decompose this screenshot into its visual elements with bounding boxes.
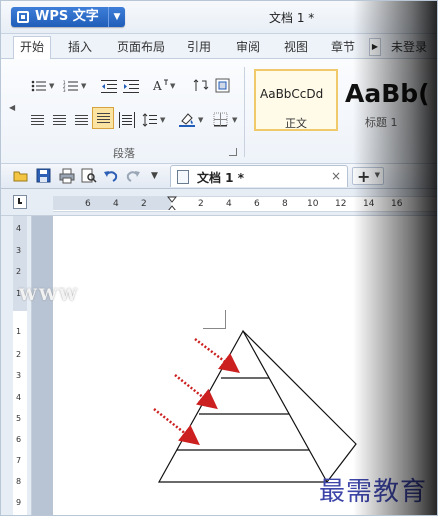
- shading-icon[interactable]: [179, 111, 195, 127]
- tab-page-layout[interactable]: 页面布局: [117, 38, 165, 55]
- vruler-tick: 3: [16, 371, 22, 380]
- login-status[interactable]: 未登录: [391, 38, 427, 55]
- shading-dropdown-icon[interactable]: ▼: [198, 116, 203, 124]
- paragraph-group-label: 段落: [113, 147, 135, 160]
- vruler-tick: 1: [16, 327, 22, 336]
- decrease-indent-icon[interactable]: [101, 79, 117, 93]
- save-icon[interactable]: [36, 168, 52, 184]
- paragraph-dialog-launcher-icon[interactable]: [229, 148, 237, 156]
- vruler-tick: 6: [16, 435, 22, 444]
- print-preview-icon[interactable]: [81, 168, 97, 184]
- tab-references[interactable]: 引用: [187, 38, 211, 55]
- tab-chapter[interactable]: 章节: [331, 38, 355, 55]
- tab-stop-selector-icon[interactable]: [13, 195, 27, 209]
- ruler-tick: 10: [307, 199, 319, 209]
- document-icon: [177, 170, 189, 184]
- quick-access-bar: ▼ 文档 1 * × + ▼: [1, 164, 437, 189]
- tab-scroll-right-icon[interactable]: ▶: [369, 38, 381, 56]
- redo-icon[interactable]: [125, 168, 141, 184]
- horizontal-ruler: 6 4 2 2 4 6 8 10 12 14 16: [1, 189, 437, 216]
- style-normal[interactable]: AaBbCcDd 正文: [254, 69, 338, 131]
- vruler-tick: 3: [16, 246, 22, 255]
- ruler-tick: 6: [254, 199, 260, 209]
- style-heading-1[interactable]: AaBb( 标题 1: [343, 69, 437, 131]
- plus-icon: +: [357, 167, 371, 186]
- watermark-top: WWW: [19, 285, 79, 304]
- window-title: 文档 1 *: [269, 11, 315, 25]
- chevron-down-icon[interactable]: ▼: [108, 7, 125, 27]
- ribbon-home: ◀ ▼ 123 ▼ A ▼ ▼ ▼ ▼ 段落 AaBbCcDd 正文 AaBb(…: [1, 59, 437, 164]
- ruler-tick: 14: [363, 199, 375, 209]
- tab-review[interactable]: 审阅: [236, 38, 260, 55]
- numbered-list-icon[interactable]: 123: [63, 79, 79, 93]
- align-right-icon[interactable]: [75, 113, 91, 127]
- new-tab-button[interactable]: + ▼: [352, 167, 384, 186]
- open-folder-icon[interactable]: [13, 168, 29, 184]
- bullet-list-icon[interactable]: [31, 79, 47, 93]
- ribbon-scroll-left-icon[interactable]: ◀: [9, 103, 15, 112]
- vruler-tick: 7: [16, 456, 22, 465]
- style-heading-1-sample: AaBb(: [345, 79, 430, 108]
- line-spacing-marks-icon[interactable]: [193, 78, 209, 92]
- indent-marker-icon[interactable]: [167, 196, 177, 210]
- pyramid-triangle: [157, 329, 329, 483]
- ribbon-tabs: 开始 插入 页面布局 引用 审阅 视图 章节 ▶ 未登录: [1, 34, 437, 59]
- ruler-tick: 12: [335, 199, 347, 209]
- vertical-ruler: 4 3 2 1 1 2 3 4 5 6 7 8 9: [1, 216, 32, 515]
- vruler-tick: 8: [16, 477, 22, 486]
- ruler-tick: 6: [85, 199, 91, 209]
- group-separator: [244, 67, 245, 157]
- increase-indent-icon[interactable]: [123, 79, 139, 93]
- borders-icon[interactable]: [213, 112, 229, 127]
- vruler-tick: 4: [16, 393, 22, 402]
- vruler-tick: 5: [16, 414, 22, 423]
- style-heading-1-label: 标题 1: [365, 116, 398, 129]
- wps-logo-icon: [17, 11, 29, 23]
- vruler-tick: 2: [16, 267, 22, 276]
- pyramid-side-face: [242, 330, 357, 483]
- svg-text:3: 3: [63, 88, 66, 93]
- align-left-icon[interactable]: [31, 113, 47, 127]
- customize-quick-access-icon[interactable]: ▼: [151, 168, 167, 184]
- style-normal-sample: AaBbCcDd: [260, 87, 324, 101]
- wps-menu-label: WPS 文字: [35, 9, 99, 24]
- chinese-layout-dropdown-icon[interactable]: ▼: [170, 82, 175, 90]
- app-window: WPS 文字 ▼ 文档 1 * 开始 插入 页面布局 引用 审阅 视图 章节 ▶…: [0, 0, 438, 516]
- show-hide-marks-icon[interactable]: [215, 78, 231, 93]
- close-icon[interactable]: ×: [331, 169, 341, 183]
- bullet-list-dropdown-icon[interactable]: ▼: [49, 82, 54, 90]
- vruler-tick: 4: [16, 224, 22, 233]
- red-arrow-3: [153, 408, 200, 446]
- chevron-down-icon[interactable]: ▼: [375, 171, 380, 179]
- tab-home[interactable]: 开始: [13, 36, 52, 59]
- borders-dropdown-icon[interactable]: ▼: [232, 116, 237, 124]
- ruler-tick: 8: [282, 199, 288, 209]
- line-spacing-icon[interactable]: [142, 113, 158, 127]
- distributed-align-icon[interactable]: [119, 112, 135, 128]
- ruler-tick: 2: [141, 199, 147, 209]
- wps-menu-button[interactable]: WPS 文字 ▼: [11, 7, 125, 27]
- document-tab-label: 文档 1 *: [197, 171, 244, 185]
- ruler-tick: 2: [198, 199, 204, 209]
- align-center-icon[interactable]: [53, 113, 69, 127]
- vruler-tick: 2: [16, 350, 22, 359]
- svg-text:A: A: [153, 79, 162, 93]
- watermark-bottom: 最需教育: [319, 477, 428, 507]
- title-bar: WPS 文字 ▼ 文档 1 *: [1, 1, 437, 34]
- red-arrow-2: [174, 374, 218, 410]
- numbered-list-dropdown-icon[interactable]: ▼: [81, 82, 86, 90]
- style-normal-label: 正文: [285, 117, 307, 130]
- undo-icon[interactable]: [103, 168, 119, 184]
- chinese-layout-icon[interactable]: A: [152, 78, 169, 93]
- ruler-tick: 16: [391, 199, 403, 209]
- justify-button[interactable]: [92, 107, 114, 129]
- line-spacing-dropdown-icon[interactable]: ▼: [160, 116, 165, 124]
- ruler-tick: 4: [113, 199, 119, 209]
- ruler-tick: 4: [226, 199, 232, 209]
- document-tab[interactable]: 文档 1 * ×: [170, 165, 348, 187]
- tab-view[interactable]: 视图: [284, 38, 308, 55]
- vruler-tick: 9: [16, 498, 22, 507]
- print-icon[interactable]: [59, 168, 75, 184]
- tab-insert[interactable]: 插入: [68, 38, 92, 55]
